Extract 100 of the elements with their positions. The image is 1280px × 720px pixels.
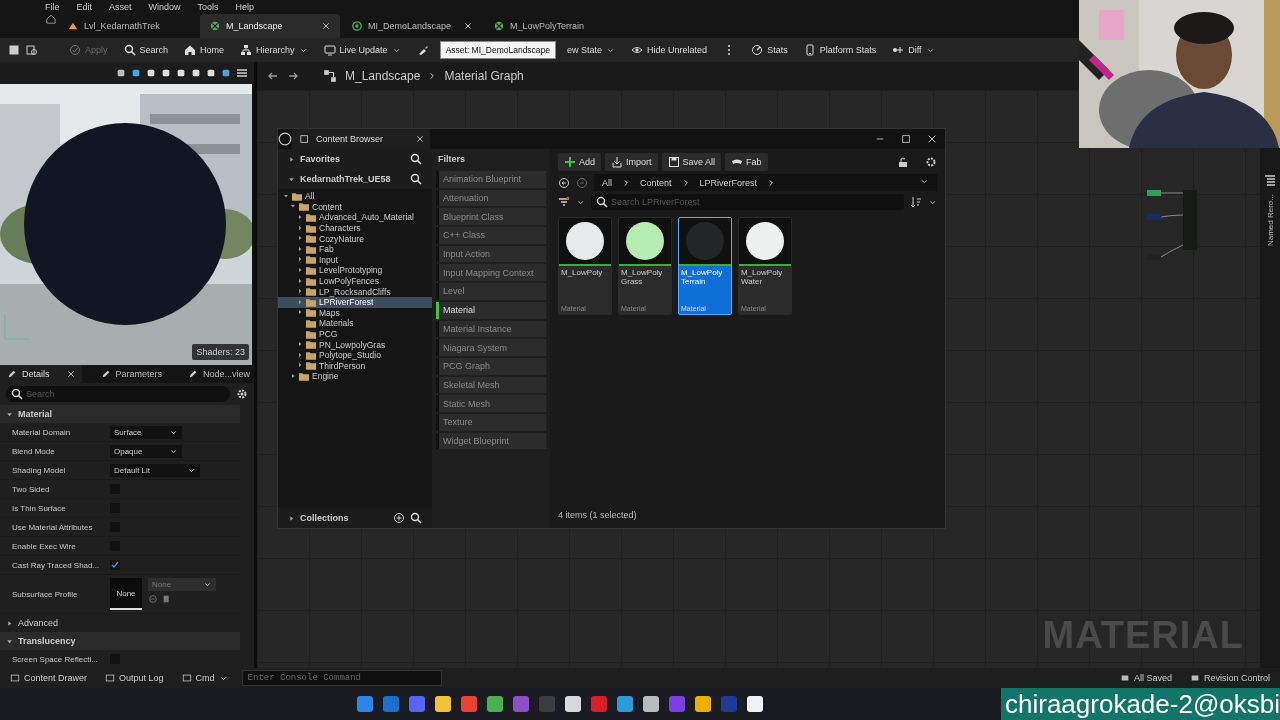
taskbar-app-icon[interactable] — [461, 696, 477, 712]
tree-item[interactable]: Polytope_Studio — [278, 349, 432, 361]
filter-item[interactable]: Static Mesh — [436, 395, 546, 412]
close-icon[interactable] — [416, 135, 424, 143]
filter-item[interactable]: Input Mapping Context — [436, 264, 546, 282]
taskbar-app-icon[interactable] — [565, 696, 581, 712]
dropdown[interactable]: Surface — [110, 425, 182, 439]
status-bar-button[interactable]: Output Log — [101, 673, 168, 683]
toolbar-button[interactable]: Add — [558, 153, 601, 171]
taskbar-app-icon[interactable] — [747, 696, 763, 712]
path-item[interactable]: Content — [640, 177, 672, 188]
status-bar-button[interactable]: Cmd — [177, 673, 232, 683]
taskbar-app-icon[interactable] — [617, 696, 633, 712]
toolbar-button[interactable]: Platform Stats — [798, 42, 882, 58]
toolbar-button[interactable]: Search — [118, 42, 174, 58]
search-field[interactable]: Search LPRiverForest — [591, 194, 904, 210]
project-header[interactable]: KedarnathTrek_UE58 — [278, 169, 432, 189]
taskbar-app-icon[interactable] — [721, 696, 737, 712]
editor-tab[interactable]: MI_DemoLandscape — [342, 14, 482, 38]
favorites-header[interactable]: Favorites — [278, 149, 432, 169]
menu-item[interactable]: Edit — [76, 2, 93, 12]
filter-item[interactable]: Attenuation — [436, 189, 546, 207]
menu-item[interactable]: Tools — [197, 2, 219, 12]
toolbar-button[interactable]: Fab — [725, 153, 768, 171]
filter-item[interactable]: Material — [436, 301, 546, 319]
tree-item[interactable]: LP_RocksandCliffs — [278, 286, 432, 297]
toolbar-button[interactable]: Stats — [746, 42, 793, 58]
close-icon[interactable] — [464, 22, 472, 30]
status-bar-button[interactable]: Content Drawer — [6, 673, 92, 683]
tree-item[interactable]: LPRiverForest — [278, 296, 432, 308]
menu-item[interactable]: Help — [235, 2, 255, 12]
window-tab[interactable]: Content Browser — [292, 129, 430, 149]
filter-item[interactable]: C++ Class — [436, 227, 546, 244]
filter-item[interactable]: Niagara System — [436, 339, 546, 356]
taskbar-app-icon[interactable] — [669, 696, 685, 712]
menu-item[interactable]: Window — [148, 2, 181, 12]
tree-item[interactable]: All — [278, 191, 432, 202]
editor-tab[interactable]: M_Landscape — [200, 14, 340, 38]
path-item[interactable]: LPRiverForest — [699, 177, 758, 188]
panel-tab[interactable]: Parameters — [81, 365, 170, 383]
section-header[interactable]: Translucency — [0, 632, 240, 650]
breadcrumb-item[interactable]: M_Landscape — [345, 69, 421, 83]
filter-item[interactable]: Skeletal Mesh — [436, 376, 546, 394]
tree-item[interactable]: PCG — [278, 328, 432, 340]
tree-item[interactable]: Engine — [278, 371, 432, 382]
taskbar-app-icon[interactable] — [513, 696, 529, 712]
panel-tab[interactable]: Node...view — [169, 365, 254, 383]
tree-item[interactable]: ThirdPerson — [278, 360, 432, 372]
menu-item[interactable]: Asset — [109, 2, 132, 12]
editor-tab[interactable]: Lvl_KedarnathTrek — [58, 14, 198, 38]
filter-item[interactable]: Input Action — [436, 245, 546, 263]
toolbar-button[interactable]: Import — [605, 153, 658, 171]
toolbar-button[interactable]: Hide Unrelated — [626, 42, 713, 58]
console-input[interactable]: Enter Console Command — [241, 670, 442, 686]
filter-item[interactable]: Widget Blueprint — [436, 432, 546, 450]
status-bar-button[interactable]: Revision Control — [1185, 673, 1274, 683]
side-panel-tab[interactable]: Named Rero... — [1265, 194, 1275, 247]
close-icon[interactable] — [322, 22, 330, 30]
taskbar-app-icon[interactable] — [643, 696, 659, 712]
tree-item[interactable]: Maps — [278, 307, 432, 319]
tree-item[interactable]: Content — [278, 201, 432, 213]
toolbar-button[interactable]: Live Update — [318, 42, 406, 58]
status-bar-button[interactable]: All Saved — [1115, 673, 1176, 683]
tree-item[interactable]: Characters — [278, 222, 432, 234]
tree-item[interactable]: Materials — [278, 318, 432, 329]
taskbar-app-icon[interactable] — [591, 696, 607, 712]
filter-item[interactable]: Level — [436, 283, 546, 300]
tree-item[interactable]: PN_LowpolyGras — [278, 339, 432, 350]
search-field[interactable]: Search — [6, 386, 230, 402]
section-header[interactable]: Material — [0, 405, 240, 423]
tree-item[interactable]: Fab — [278, 243, 432, 255]
close-icon[interactable] — [66, 370, 75, 378]
taskbar-app-icon[interactable] — [539, 696, 555, 712]
taskbar-app-icon[interactable] — [383, 696, 399, 712]
filter-item[interactable]: PCG Graph — [436, 357, 546, 375]
taskbar-app-icon[interactable] — [695, 696, 711, 712]
asset-thumbnail[interactable]: None — [110, 578, 142, 610]
taskbar-app-icon[interactable] — [409, 696, 425, 712]
toolbar-button[interactable]: Hierarchy — [235, 42, 313, 58]
collections-header[interactable]: Collections — [278, 508, 432, 528]
filter-item[interactable]: Texture — [436, 413, 546, 431]
path-item[interactable]: All — [602, 177, 612, 188]
menu-item[interactable]: File — [45, 2, 60, 12]
editor-tab[interactable]: M_LowPolyTerrain — [484, 14, 624, 38]
breadcrumb-item[interactable]: Material Graph — [444, 69, 524, 83]
filter-item[interactable]: Blueprint Class — [436, 208, 546, 226]
panel-tab[interactable]: Details — [0, 365, 82, 383]
filter-item[interactable]: Material Instance — [436, 320, 546, 338]
tree-item[interactable]: Advanced_Auto_Material — [278, 212, 432, 223]
tree-item[interactable]: LowPolyFences — [278, 275, 432, 287]
taskbar-app-icon[interactable] — [357, 696, 373, 712]
tree-item[interactable]: CozyNature — [278, 233, 432, 244]
tree-item[interactable]: LevelPrototyping — [278, 265, 432, 276]
toolbar-button[interactable]: Home — [179, 42, 230, 58]
taskbar-app-icon[interactable] — [487, 696, 503, 712]
checkbox[interactable] — [110, 560, 120, 570]
filter-item[interactable]: Animation Blueprint — [436, 171, 546, 188]
taskbar-app-icon[interactable] — [435, 696, 451, 712]
dropdown[interactable]: Default Lit — [110, 463, 200, 477]
toolbar-button[interactable]: Diff — [887, 42, 940, 58]
